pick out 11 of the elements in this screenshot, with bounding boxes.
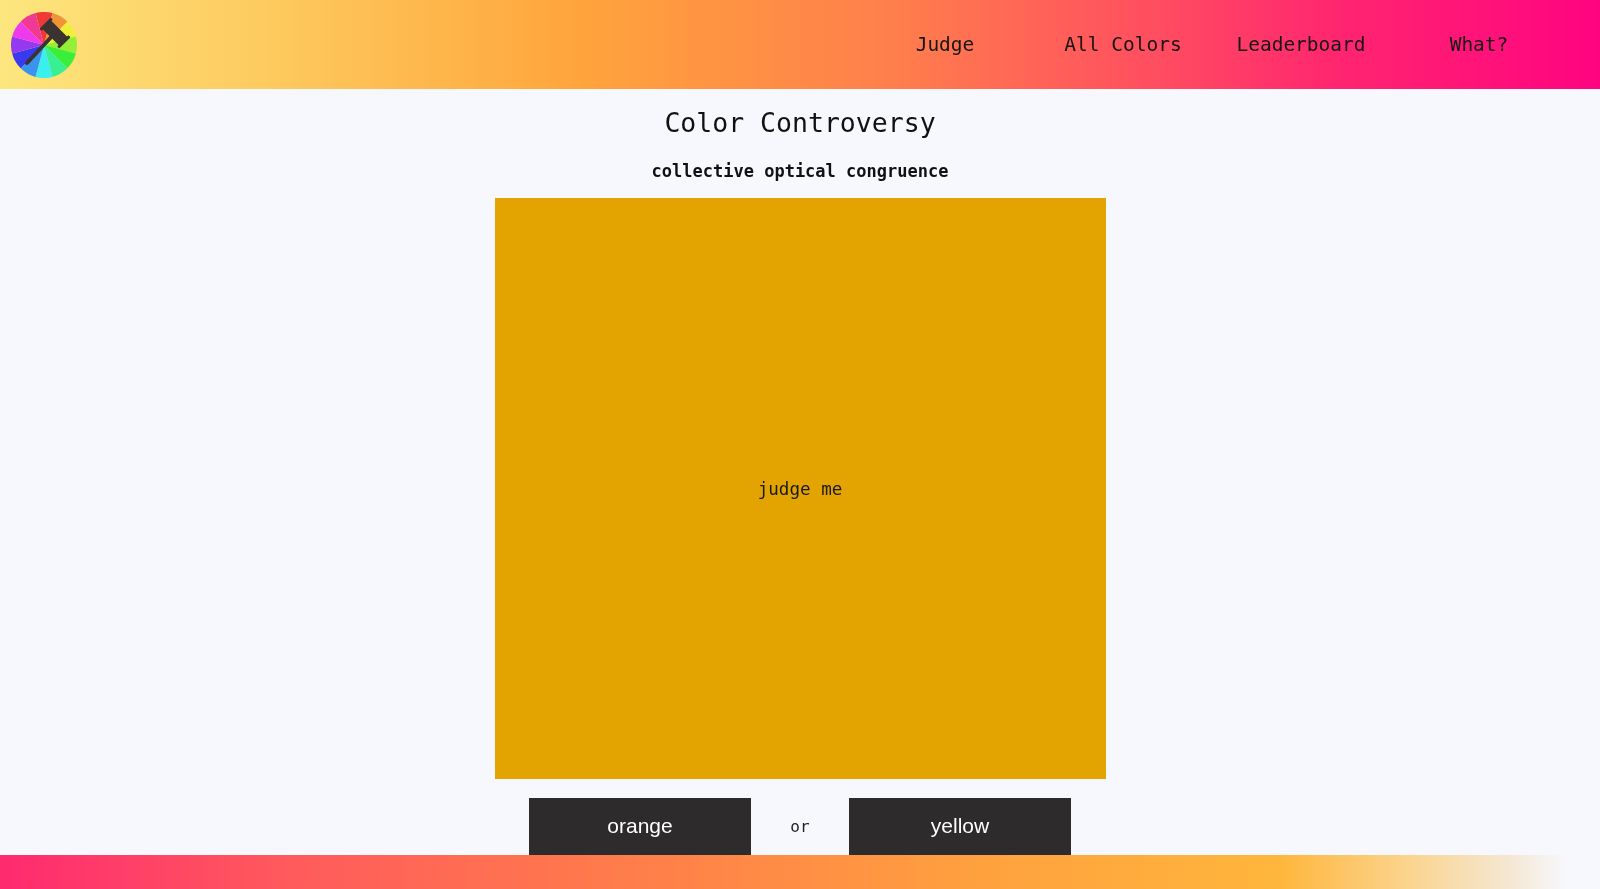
swatch-label: judge me <box>757 477 843 500</box>
page-subtitle: collective optical congruence <box>651 160 949 182</box>
nav-link[interactable]: Leaderboard <box>1236 32 1366 57</box>
nav-link[interactable]: All Colors <box>1064 32 1182 57</box>
page-title: Color Controversy <box>664 107 936 139</box>
nav-link[interactable]: What? <box>1449 32 1509 57</box>
nav-link[interactable]: Judge <box>915 32 975 57</box>
separator-text: or <box>789 816 811 836</box>
choice-button[interactable]: orange <box>529 797 751 855</box>
color-wheel-gavel-logo-icon[interactable] <box>11 11 77 78</box>
choice-button[interactable]: yellow <box>849 797 1071 855</box>
